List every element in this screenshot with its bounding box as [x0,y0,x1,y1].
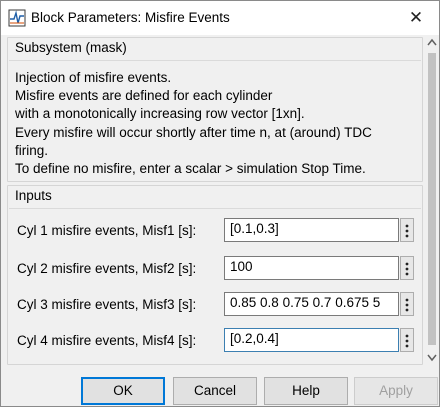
misf2-label: Cyl 2 misfire events, Misf2 [s]: [17,261,197,276]
group-divider [9,208,421,209]
vertical-ellipsis-icon [405,262,409,276]
vertical-scrollbar[interactable] [425,35,439,365]
param-row-misf3: Cyl 3 misfire events, Misf3 [s]: 5 0.675… [8,292,424,318]
inputs-group-title: Inputs [15,188,52,203]
inputs-group: Inputs Cyl 1 misfire events, Misf1 [s]: … [7,185,423,365]
misf1-input[interactable]: [0.1,0.3] [224,218,399,242]
param-row-misf2: Cyl 2 misfire events, Misf2 [s]: 100 [8,256,424,282]
misf3-input[interactable]: 5 0.675 0.7 0.75 0.8 0.85 [224,292,399,316]
mask-description-text: Injection of misfire events. Misfire eve… [15,70,372,177]
dialog-content: Subsystem (mask) Injection of misfire ev… [1,35,439,365]
scroll-down-arrow-icon[interactable] [425,349,439,365]
misf2-options-button[interactable] [400,256,414,280]
vertical-ellipsis-icon [405,334,409,348]
misf4-options-button[interactable] [400,328,414,352]
simulink-block-icon [8,9,26,27]
group-divider [9,60,421,61]
misf1-options-button[interactable] [400,218,414,242]
vertical-ellipsis-icon [405,224,409,238]
misf1-label: Cyl 1 misfire events, Misf1 [s]: [17,223,197,238]
misf4-label: Cyl 4 misfire events, Misf4 [s]: [17,333,197,348]
misf2-input[interactable]: 100 [224,256,399,280]
misf3-label: Cyl 3 misfire events, Misf3 [s]: [17,297,197,312]
vertical-ellipsis-icon [405,298,409,312]
scrollbar-thumb[interactable] [428,53,436,345]
param-row-misf1: Cyl 1 misfire events, Misf1 [s]: [0.1,0.… [8,218,424,244]
dialog-button-bar: OK Cancel Help Apply [1,365,439,406]
scroll-up-arrow-icon[interactable] [425,35,439,51]
title-bar[interactable]: Block Parameters: Misfire Events ✕ [1,1,439,35]
window-title: Block Parameters: Misfire Events [31,10,230,25]
param-row-misf4: Cyl 4 misfire events, Misf4 [s]: [0.2,0.… [8,328,424,354]
misf4-input[interactable]: [0.2,0.4] [224,328,399,352]
cancel-button[interactable]: Cancel [173,377,257,405]
help-button[interactable]: Help [264,377,348,405]
mask-group-title: Subsystem (mask) [15,40,127,55]
block-parameters-dialog: Block Parameters: Misfire Events ✕ Subsy… [0,0,440,407]
apply-button[interactable]: Apply [354,377,438,405]
close-icon[interactable]: ✕ [399,5,433,31]
misf3-options-button[interactable] [400,292,414,316]
ok-button[interactable]: OK [81,377,165,405]
mask-description-group: Subsystem (mask) Injection of misfire ev… [7,37,423,182]
